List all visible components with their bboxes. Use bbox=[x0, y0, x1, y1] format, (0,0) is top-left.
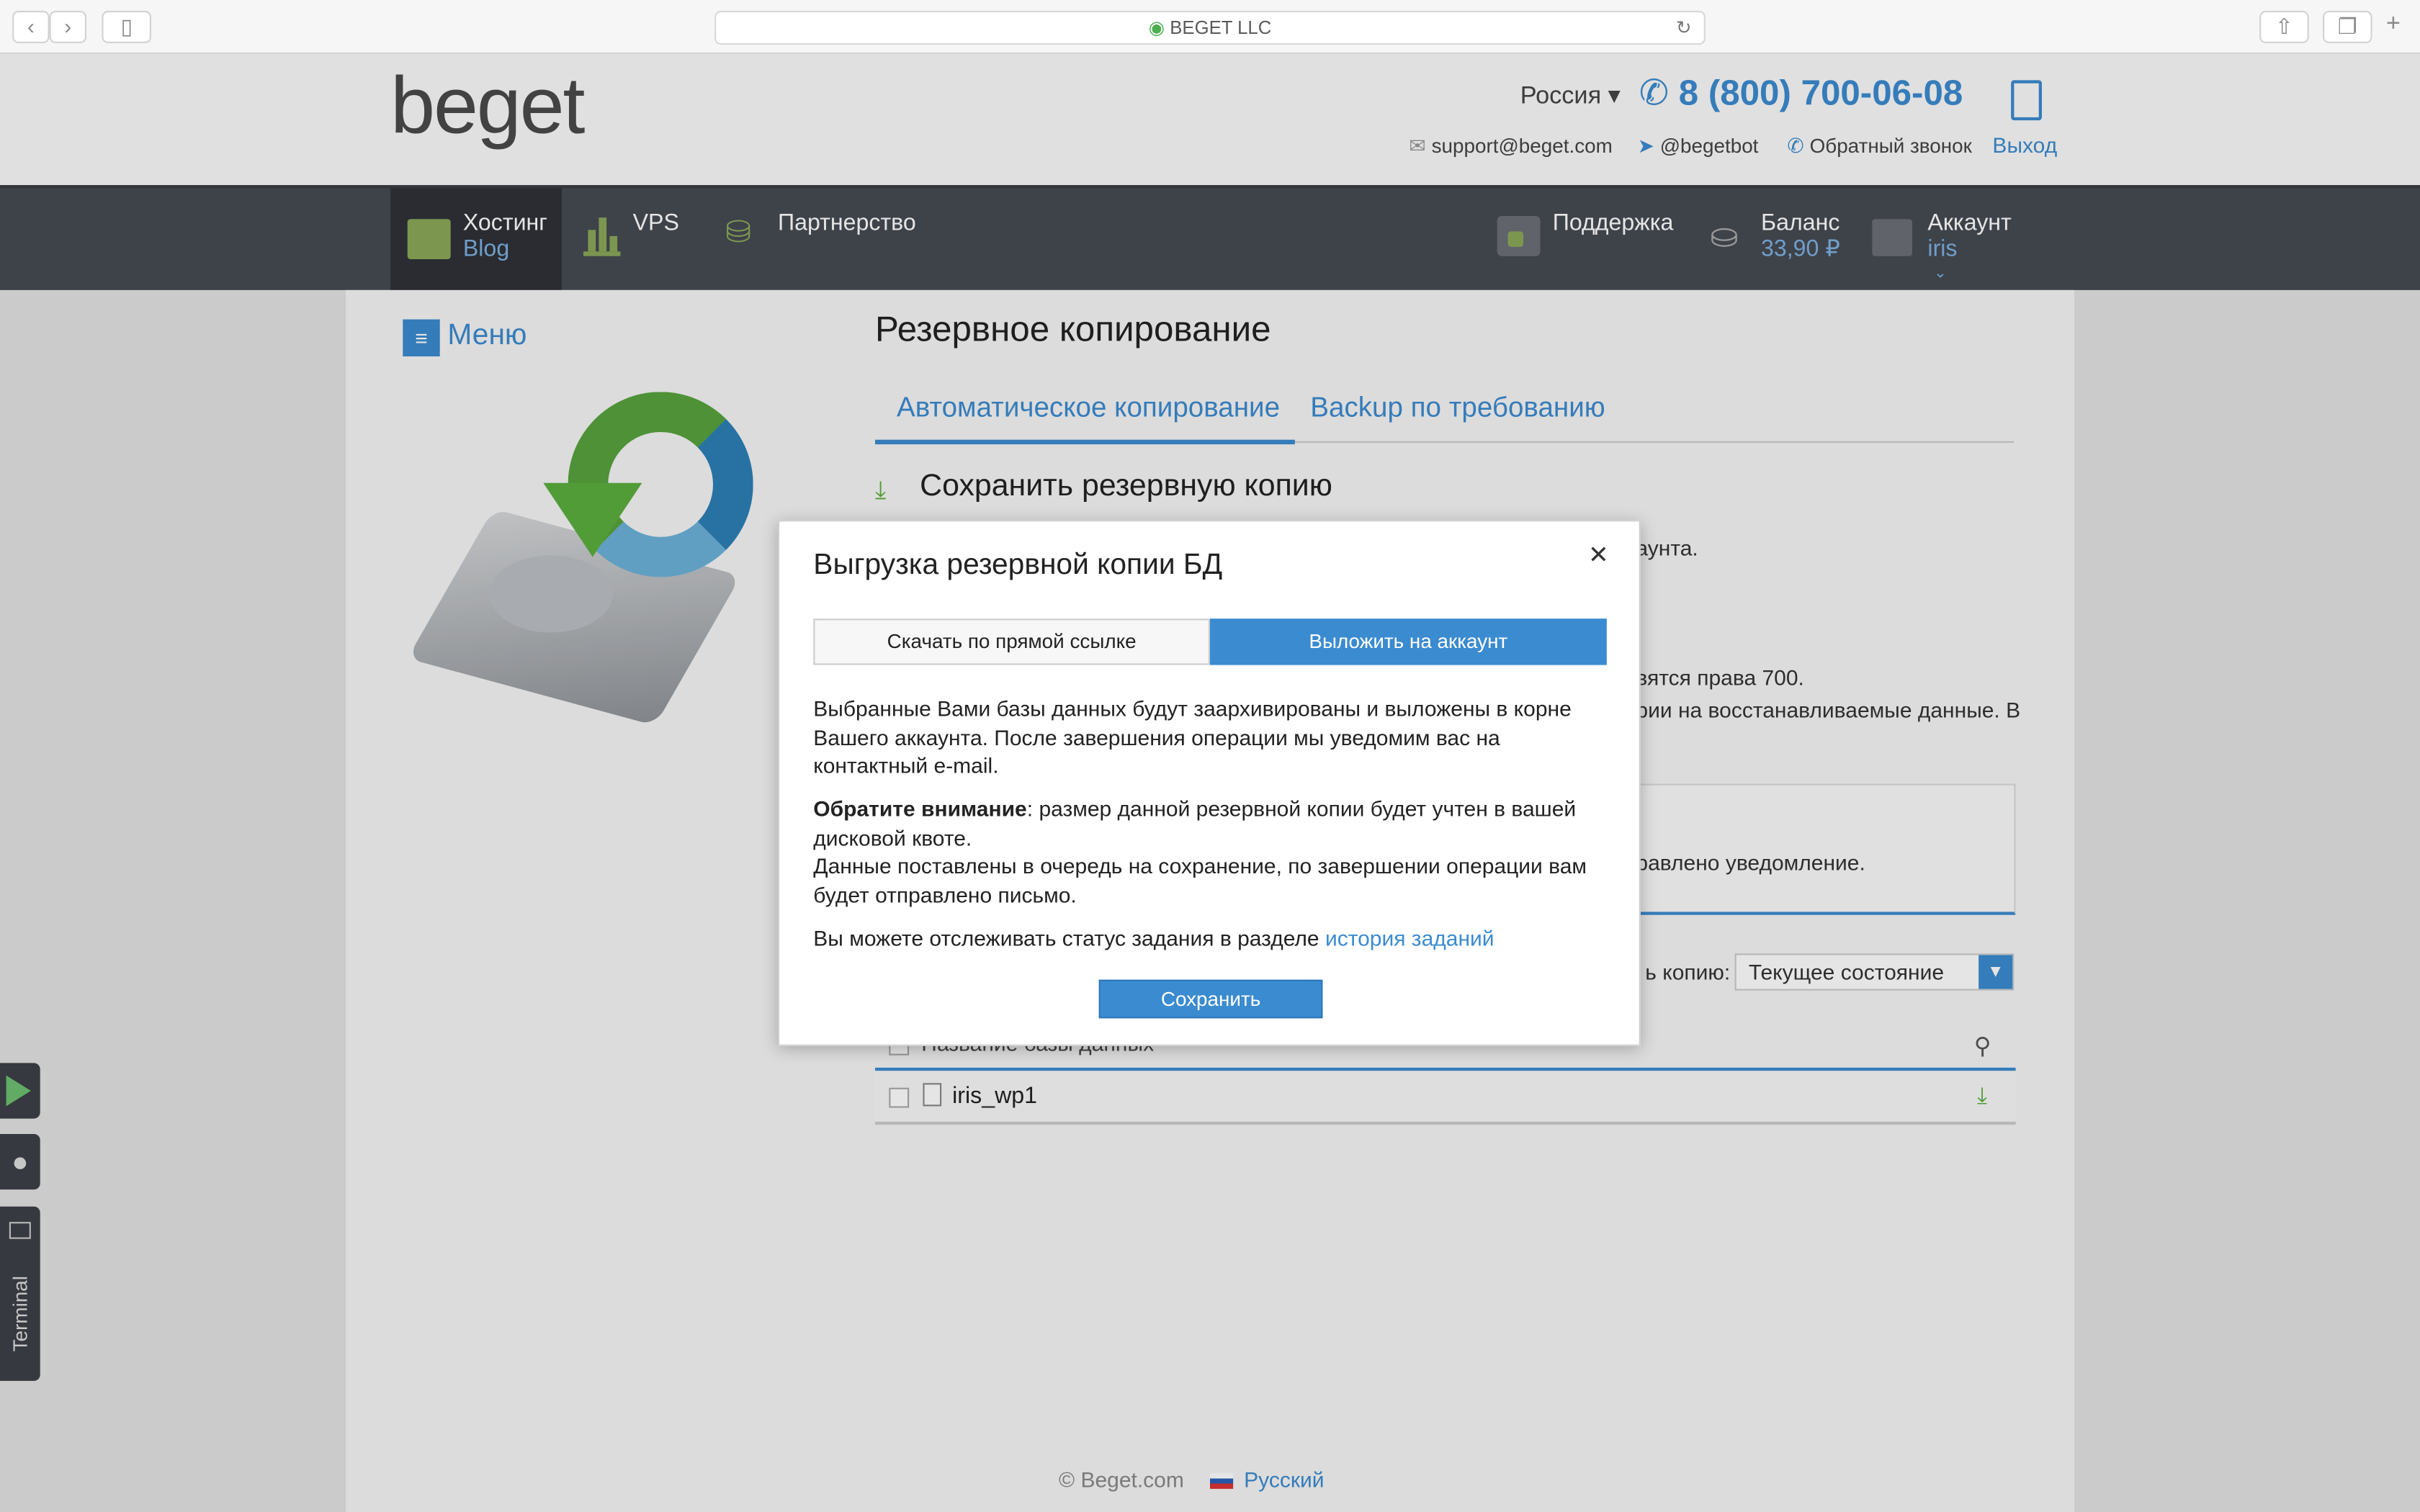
tab-upload-account[interactable]: Выложить на аккаунт bbox=[1210, 618, 1607, 665]
modal-title: Выгрузка резервной копии БД bbox=[813, 549, 1223, 582]
save-button[interactable]: Сохранить bbox=[1098, 979, 1323, 1019]
url-title: BEGET LLC bbox=[1170, 17, 1272, 39]
attention-label: Обратите внимание bbox=[813, 796, 1027, 821]
reload-icon[interactable]: ↻ bbox=[1676, 12, 1692, 45]
status-text: Вы можете отслеживать статус задания в р… bbox=[813, 925, 1325, 950]
modal-overlay-top bbox=[0, 54, 2420, 290]
task-history-link[interactable]: история заданий bbox=[1325, 926, 1494, 950]
back-icon[interactable]: ‹ bbox=[12, 11, 50, 43]
modal-paragraph-3: Данные поставлены в очередь на сохранени… bbox=[813, 853, 1587, 907]
backup-export-modal: Выгрузка резервной копии БД ✕ Скачать по… bbox=[778, 520, 1641, 1046]
forward-icon[interactable]: › bbox=[49, 11, 86, 43]
new-tab-icon[interactable]: + bbox=[2386, 11, 2420, 43]
tabs-icon[interactable]: ❐ bbox=[2323, 11, 2372, 43]
modal-paragraph-2: Обратите внимание: размер данной резервн… bbox=[813, 795, 1608, 852]
share-icon[interactable]: ⇧ bbox=[2259, 11, 2309, 43]
tab-direct-download[interactable]: Скачать по прямой ссылке bbox=[813, 618, 1210, 665]
sidebar-toggle-icon[interactable]: ▯ bbox=[102, 11, 151, 43]
address-bar[interactable]: ◉ BEGET LLC ↻ bbox=[714, 11, 1706, 45]
modal-paragraph-4: Вы можете отслеживать статус задания в р… bbox=[813, 924, 1608, 953]
modal-paragraph-1: Выбранные Вами базы данных будут заархив… bbox=[813, 696, 1572, 778]
close-icon[interactable]: ✕ bbox=[1588, 540, 1609, 571]
lock-icon: ◉ bbox=[1148, 17, 1165, 39]
